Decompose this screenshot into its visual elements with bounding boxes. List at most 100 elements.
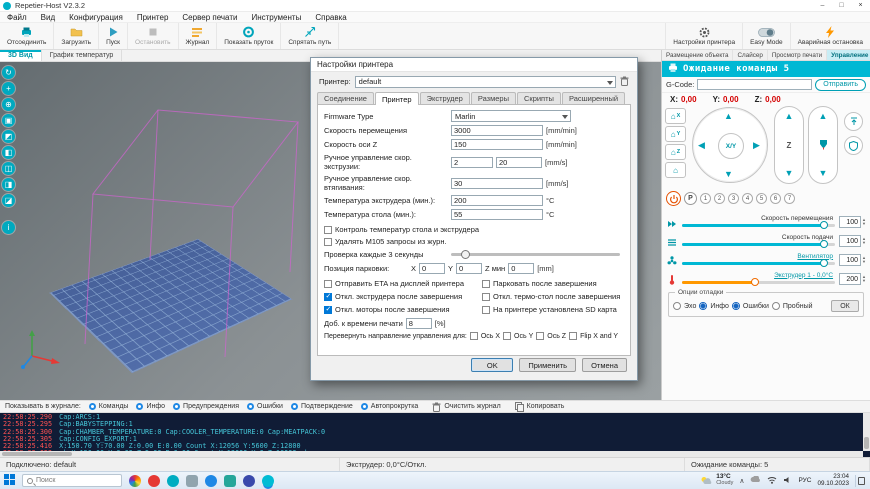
- dialog-ok-button[interactable]: OK: [471, 358, 513, 372]
- extruder-temp-value[interactable]: 200: [839, 273, 861, 285]
- toggle-log-button[interactable]: Журнал: [179, 23, 218, 49]
- tab-print-preview[interactable]: Просмотр печати: [768, 50, 827, 60]
- dialog-cancel-button[interactable]: Отмена: [582, 358, 627, 372]
- taskbar-app-icon[interactable]: [167, 475, 179, 487]
- taskbar-app-icon[interactable]: [186, 475, 198, 487]
- info-icon[interactable]: i: [2, 221, 15, 234]
- side-view-icon[interactable]: ◨: [2, 178, 15, 191]
- hide-travel-button[interactable]: Спрятать путь: [281, 23, 339, 49]
- flow-rate-value[interactable]: 100: [839, 235, 861, 247]
- preset-button-2[interactable]: 2: [714, 193, 725, 204]
- menu-print-server[interactable]: Сервер печати: [175, 13, 244, 22]
- debug-echo-toggle[interactable]: [673, 302, 681, 310]
- volume-icon[interactable]: [783, 476, 792, 486]
- remove-m105-checkbox[interactable]: [324, 238, 332, 246]
- log-vertical-scrollbar[interactable]: [863, 413, 870, 451]
- retract-filament-button[interactable]: [844, 112, 863, 131]
- dialog-tab-connection[interactable]: Соединение: [317, 92, 374, 104]
- jog-y-plus-button[interactable]: ▲: [724, 112, 733, 121]
- filter-info[interactable]: Инфо: [136, 403, 165, 410]
- tab-3d-view[interactable]: 3D Вид: [0, 50, 42, 61]
- invert-y-checkbox[interactable]: [503, 332, 511, 340]
- manual-retraction-input[interactable]: 30: [451, 178, 543, 189]
- fan-slider[interactable]: [682, 262, 835, 265]
- tray-expand-icon[interactable]: ∧: [739, 477, 744, 485]
- park-z-input[interactable]: 0: [508, 263, 534, 274]
- retract-button[interactable]: ▼: [819, 169, 828, 178]
- park-after-job-checkbox[interactable]: [482, 280, 490, 288]
- maximize-button[interactable]: □: [832, 0, 851, 11]
- sd-card-checkbox[interactable]: [482, 306, 490, 314]
- tab-object-placement[interactable]: Размещение объекта: [662, 50, 733, 60]
- taskbar-app-icon[interactable]: [243, 475, 255, 487]
- preset-button-7[interactable]: 7: [784, 193, 795, 204]
- add-print-time-input[interactable]: 8: [406, 318, 432, 329]
- onedrive-icon[interactable]: [750, 476, 761, 485]
- disable-bed-checkbox[interactable]: [482, 293, 490, 301]
- filter-autoscroll[interactable]: Автопрокрутка: [361, 403, 419, 410]
- dialog-tab-advanced[interactable]: Расширенный: [562, 92, 625, 104]
- fan-value[interactable]: 100: [839, 254, 861, 266]
- send-gcode-button[interactable]: Отправить: [815, 79, 866, 91]
- iso-view-icon[interactable]: ◩: [2, 130, 15, 143]
- park-shield-button[interactable]: [844, 136, 863, 155]
- home-y-button[interactable]: ⌂Y: [665, 126, 686, 142]
- emergency-stop-button[interactable]: Аварийная остановка: [790, 23, 870, 49]
- default-extruder-temp-input[interactable]: 200: [451, 195, 543, 206]
- debug-errors-toggle[interactable]: [732, 302, 740, 310]
- power-button[interactable]: [666, 191, 681, 206]
- close-button[interactable]: ×: [851, 0, 870, 11]
- z-feedrate-input[interactable]: 150: [451, 139, 543, 150]
- spinner-arrows-icon[interactable]: ▲▼: [862, 256, 866, 265]
- front-view-icon[interactable]: ◧: [2, 146, 15, 159]
- log-output[interactable]: 22:58:25.290Cap:ARCS:1 22:58:25.295Cap:B…: [0, 413, 870, 457]
- park-y-input[interactable]: 0: [456, 263, 482, 274]
- easy-mode-button[interactable]: Easy Mode: [742, 23, 790, 49]
- dialog-tab-extruder[interactable]: Экструдер: [420, 92, 470, 104]
- language-indicator[interactable]: РУС: [798, 477, 811, 484]
- tab-manual-control[interactable]: Управление: [827, 50, 870, 60]
- taskbar-app-icon[interactable]: [205, 475, 217, 487]
- home-z-button[interactable]: ⌂Z: [665, 144, 686, 160]
- filter-commands[interactable]: Команды: [89, 403, 129, 410]
- z-plus-button[interactable]: ▲: [785, 112, 794, 121]
- dialog-apply-button[interactable]: Применить: [519, 358, 576, 372]
- menu-help[interactable]: Справка: [308, 13, 353, 22]
- extrude-button[interactable]: ▲: [819, 112, 828, 121]
- travel-speed-slider[interactable]: [682, 224, 835, 227]
- jog-x-plus-button[interactable]: ▶: [753, 141, 760, 150]
- printer-settings-button[interactable]: Настройки принтера: [665, 23, 742, 49]
- preset-button-1[interactable]: 1: [700, 193, 711, 204]
- spinner-arrows-icon[interactable]: ▲▼: [862, 275, 866, 284]
- travel-feedrate-input[interactable]: 3000: [451, 125, 543, 136]
- menu-tools[interactable]: Инструменты: [244, 13, 308, 22]
- park-x-input[interactable]: 0: [419, 263, 445, 274]
- jog-x-minus-button[interactable]: ◀: [698, 141, 705, 150]
- filter-ack[interactable]: Подтверждение: [291, 403, 353, 410]
- top-view-icon[interactable]: ◫: [2, 162, 15, 175]
- minimize-button[interactable]: –: [813, 0, 832, 11]
- start-print-button[interactable]: Пуск: [99, 23, 128, 49]
- clear-log-button[interactable]: Очистить журнал: [432, 402, 500, 412]
- menu-file[interactable]: Файл: [0, 13, 34, 22]
- home-x-button[interactable]: ⌂X: [665, 108, 686, 124]
- tab-slicer[interactable]: Слайсер: [733, 50, 767, 60]
- disable-extruder-checkbox[interactable]: [324, 293, 332, 301]
- taskbar-app-icon[interactable]: [224, 475, 236, 487]
- menu-config[interactable]: Конфигурация: [62, 13, 130, 22]
- gcode-input[interactable]: [697, 79, 812, 90]
- back-view-icon[interactable]: ◪: [2, 194, 15, 207]
- slider-knob[interactable]: [461, 250, 470, 259]
- dialog-tab-shape[interactable]: Размеры: [471, 92, 516, 104]
- filter-errors[interactable]: Ошибки: [247, 403, 283, 410]
- home-all-button[interactable]: ⌂: [665, 162, 686, 178]
- taskbar-repetier-icon[interactable]: [262, 475, 274, 487]
- invert-z-checkbox[interactable]: [536, 332, 544, 340]
- jog-y-minus-button[interactable]: ▼: [724, 170, 733, 179]
- copy-log-button[interactable]: Копировать: [515, 402, 565, 412]
- filter-warnings[interactable]: Предупреждения: [173, 403, 239, 410]
- taskbar-app-icon[interactable]: [148, 475, 160, 487]
- delete-printer-icon[interactable]: [620, 76, 629, 88]
- fit-view-icon[interactable]: ▣: [2, 114, 15, 127]
- preset-button-5[interactable]: 5: [756, 193, 767, 204]
